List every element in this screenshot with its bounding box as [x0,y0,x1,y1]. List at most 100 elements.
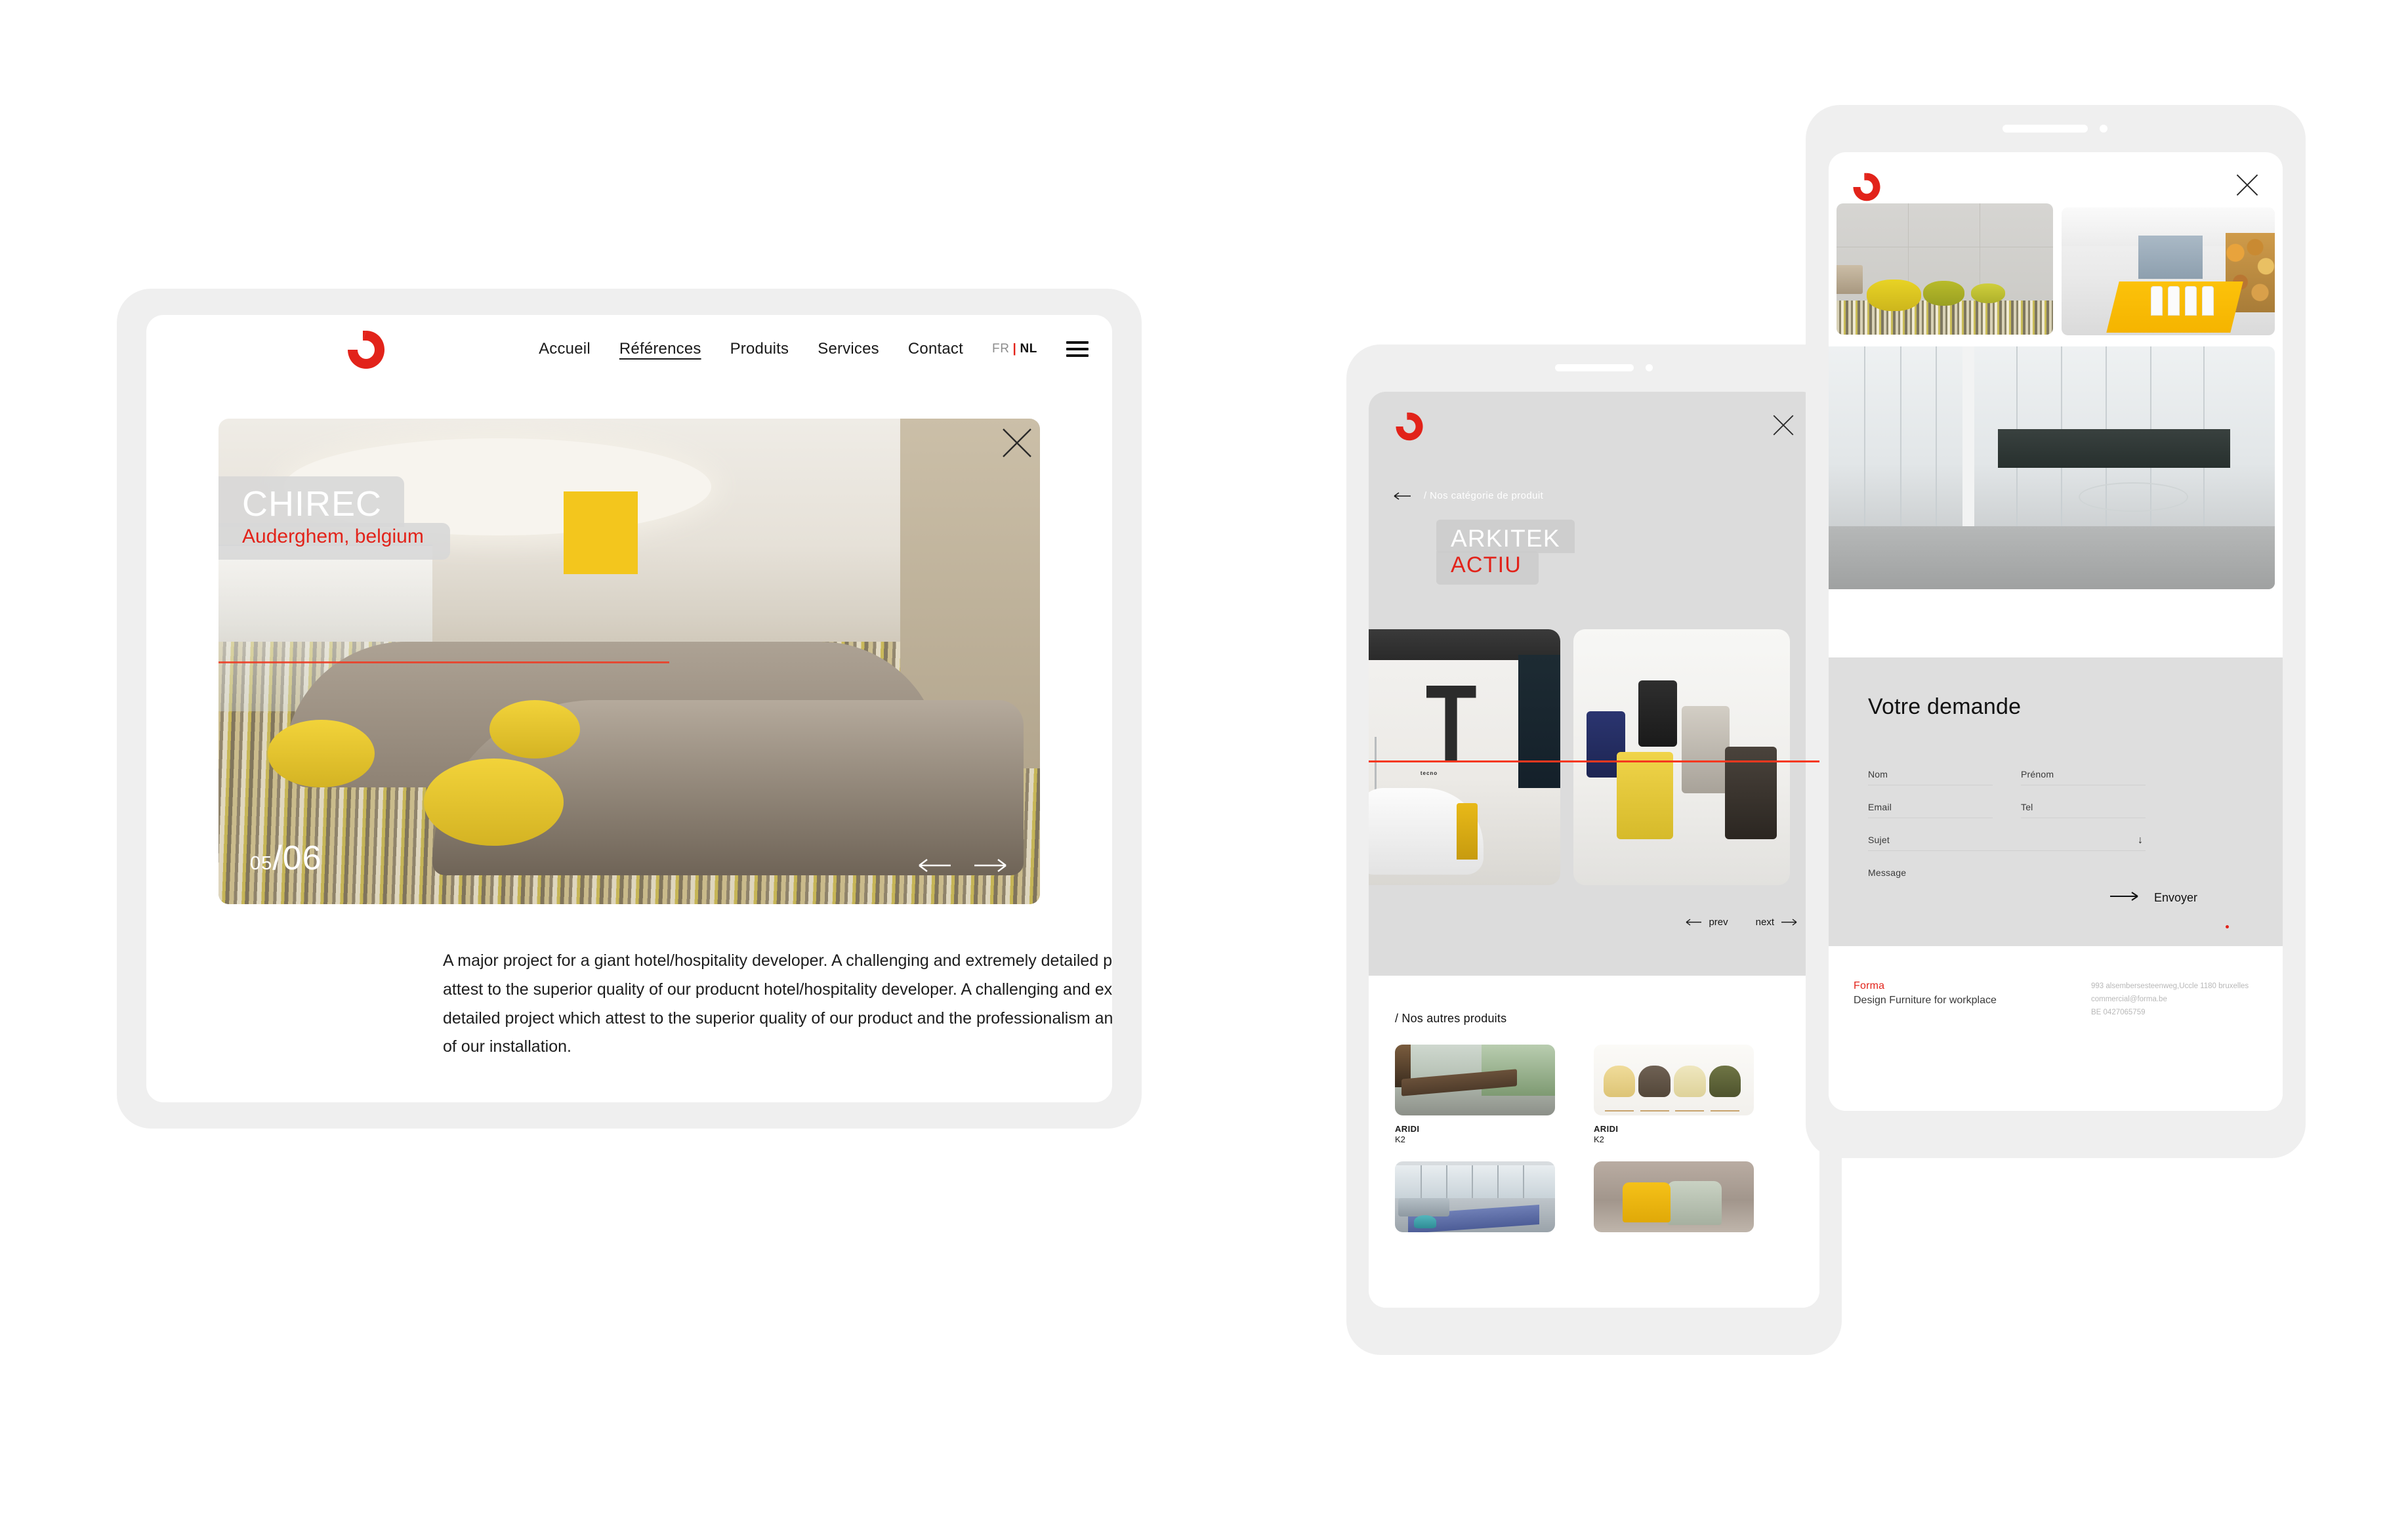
main-nav: Accueil Références Produits Services Con… [539,340,1089,358]
lang-separator: | [1012,342,1017,356]
arrow-left-icon[interactable] [918,857,953,874]
sujet-label: Sujet [1868,835,1890,845]
project-title: CHIREC [218,476,405,527]
forma-logo-icon[interactable] [1852,172,1881,202]
tablet-device-middle: / Nos catégorie de produit ARKITEK ACTIU… [1346,344,1842,1355]
email-label: Email [1868,802,1892,812]
hero-caption: CHIREC Auderghem, belgium [218,476,450,560]
tablet-device-left: Accueil Références Produits Services Con… [117,289,1142,1129]
speaker-grille [1555,364,1634,371]
slide-counter: 05 / 06 [250,839,322,878]
category-gallery: tecno [1369,629,1819,885]
nav-item-produits[interactable]: Produits [730,340,789,358]
nav-item-accueil[interactable]: Accueil [539,340,591,358]
product-code: K2 [1594,1134,1604,1144]
tel-field[interactable]: Tel [2021,802,2146,818]
product-thumbnail [1594,1045,1754,1115]
message-field[interactable]: Message [1868,867,2146,884]
tablet-right-screen: Votre demande Nom Prénom Email Tel Sujet… [1829,152,2283,1111]
close-icon[interactable] [999,425,1112,464]
product-name: ARIDI [1395,1124,1420,1134]
forma-logo-icon[interactable] [1395,411,1424,442]
camera-dot [1646,364,1653,371]
product-card[interactable]: ARIDI K2 [1594,1045,1754,1144]
speaker-grille [2003,125,2088,133]
section-title: / Nos autres produits [1395,1012,1507,1025]
product-thumbnail [1594,1161,1754,1232]
product-code: K2 [1395,1134,1405,1144]
close-icon[interactable] [1771,413,1796,441]
form-fields: Nom Prénom Email Tel Sujet ↓ Message [1868,769,2235,900]
slide-current: 05 [250,853,273,874]
footer-address: 993 alsembersesteenweg,Uccle 1180 bruxel… [2091,982,2249,990]
accent-dot [2226,925,2229,928]
footer-vat: BE 0427065759 [2091,1008,2146,1016]
product-card[interactable]: ARIDI K2 [1395,1045,1555,1144]
sujet-select[interactable]: Sujet ↓ [1868,835,2146,851]
lang-fr[interactable]: FR [992,342,1010,356]
prenom-field[interactable]: Prénom [2021,769,2146,785]
site-footer: Forma Design Furniture for workplace 993… [1829,946,2283,1111]
tel-label: Tel [2021,802,2033,812]
pager: prev next [1686,917,1797,928]
project-location: Auderghem, belgium [218,522,450,560]
footer-email[interactable]: commercial@forma.be [2091,993,2249,1007]
category-heading: ARKITEK ACTIU [1436,520,1575,585]
hero-nav-arrows [918,857,1008,874]
slide-total: 06 [282,839,322,877]
chevron-down-icon[interactable]: ↓ [2138,835,2143,846]
nom-field[interactable]: Nom [1868,769,1993,785]
mockup-canvas: Accueil Références Produits Services Con… [0,0,2408,1517]
project-description: A major project for a giant hotel/hospit… [443,951,1112,1056]
gallery-image [1829,346,2275,589]
footer-brand: Forma Design Furniture for workplace [1854,980,1997,1007]
hero-slider[interactable]: CHIREC Auderghem, belgium 05 / 06 [218,419,1040,904]
email-field[interactable]: Email [1868,802,1993,818]
category-panel: / Nos catégorie de produit ARKITEK ACTIU… [1369,392,1819,976]
form-title: Votre demande [1868,694,2022,719]
submit-label: Envoyer [2153,891,2197,904]
next-button[interactable]: next [1756,917,1797,928]
breadcrumb: / Nos catégorie de produit [1394,490,1543,501]
hamburger-menu-icon[interactable] [1066,341,1089,357]
product-card[interactable] [1594,1161,1754,1241]
language-switcher[interactable]: FR | NL [992,342,1037,356]
footer-tagline: Design Furniture for workplace [1854,995,1997,1006]
nom-label: Nom [1868,769,1888,779]
message-label: Message [1868,867,1907,878]
slide-separator: / [272,839,283,877]
tablet-left-screen: Accueil Références Produits Services Con… [146,315,1112,1102]
nav-item-contact[interactable]: Contact [908,340,963,358]
product-card[interactable] [1395,1161,1555,1241]
breadcrumb-label: / Nos catégorie de produit [1424,490,1544,501]
product-thumbnail [1395,1045,1555,1115]
gallery-image: tecno [1369,629,1560,885]
product-name: ARIDI [1594,1124,1619,1134]
prenom-label: Prénom [2021,769,2054,779]
nav-item-references[interactable]: Références [619,340,701,358]
next-label: next [1755,917,1774,928]
product-thumbnail [1395,1161,1555,1232]
request-form: Votre demande Nom Prénom Email Tel Sujet… [1829,657,2283,946]
lang-nl[interactable]: NL [1020,342,1037,356]
prev-button[interactable]: prev [1686,917,1728,928]
tablet-middle-screen: / Nos catégorie de produit ARKITEK ACTIU… [1369,392,1819,1308]
site-header: Accueil Références Produits Services Con… [146,315,1112,391]
tablet-device-right: Votre demande Nom Prénom Email Tel Sujet… [1806,105,2306,1158]
arrow-left-icon[interactable] [1394,491,1412,501]
footer-contact: 993 alsembersesteenweg,Uccle 1180 bruxel… [2091,980,2249,1019]
submit-button[interactable]: Envoyer [2109,890,2197,905]
other-products-section: / Nos autres produits ARIDI K2 ARIDI K2 [1369,976,1819,1308]
gallery-image [2062,207,2275,335]
gallery-image [1573,629,1790,885]
camera-dot [2100,125,2107,133]
category-title: ARKITEK [1436,520,1575,554]
arrow-right-icon [2109,890,2140,905]
gallery-image [1837,203,2053,335]
arrow-right-icon[interactable] [973,857,1008,874]
close-icon[interactable] [2234,172,2260,201]
footer-brand-name: Forma [1854,980,1885,991]
nav-item-services[interactable]: Services [818,340,879,358]
category-brand: ACTIU [1436,551,1539,585]
forma-logo-icon[interactable] [346,329,386,370]
